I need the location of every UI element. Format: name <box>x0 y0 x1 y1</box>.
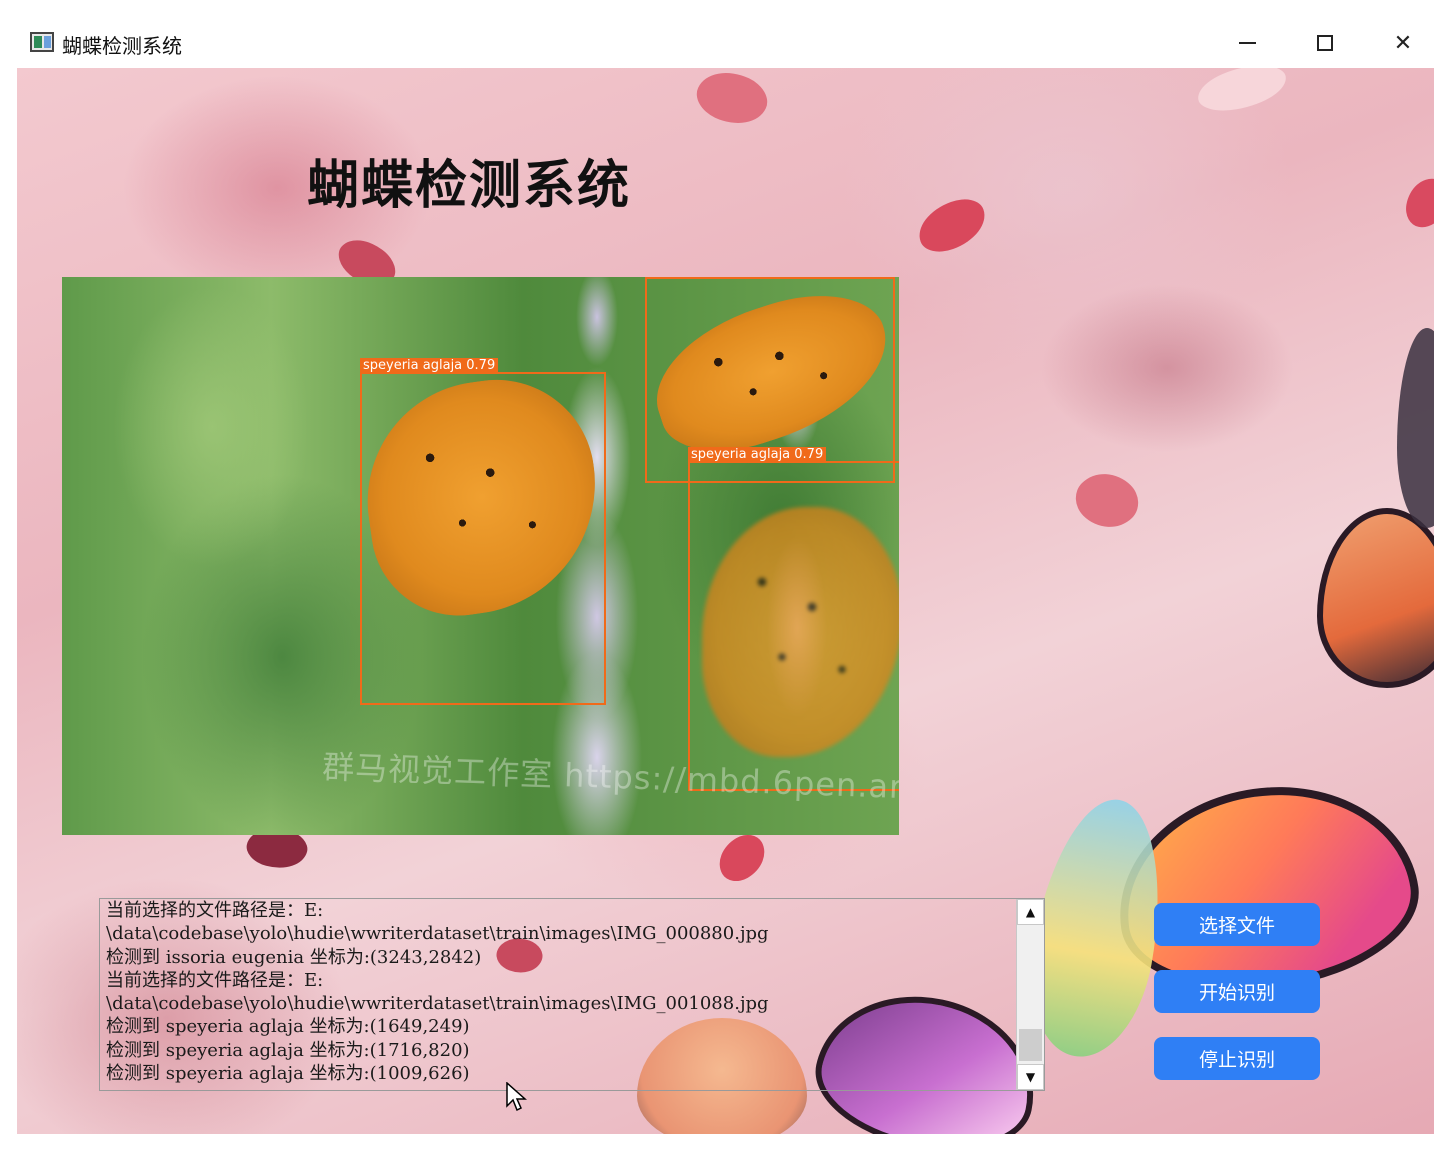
window-titlebar: 蝴蝶检测系统 ✕ <box>17 18 1434 68</box>
scroll-down-button[interactable]: ▼ <box>1017 1064 1044 1090</box>
close-icon: ✕ <box>1393 30 1413 56</box>
log-line: 检测到 speyeria aglaja 坐标为:(1716,820) <box>106 1039 470 1061</box>
main-window-background: 蝴蝶检测系统 speyeria aglaja 0.79 speyeria agl… <box>17 68 1434 1134</box>
start-detection-button[interactable]: 开始识别 <box>1154 970 1320 1013</box>
log-line: \data\codebase\yolo\hudie\wwriterdataset… <box>106 993 769 1015</box>
petal-decoration <box>710 828 774 888</box>
butterfly-decoration <box>1397 328 1434 528</box>
log-line: 当前选择的文件路径是：E: <box>106 969 324 991</box>
detection-label: speyeria aglaja 0.79 <box>688 447 827 463</box>
minimize-icon <box>1238 42 1256 44</box>
minimize-button[interactable] <box>1217 23 1277 63</box>
petal-decoration <box>911 192 993 259</box>
petal-decoration <box>689 68 775 136</box>
mouse-cursor-icon <box>506 1082 527 1112</box>
log-lines: 当前选择的文件路径是：E: \data\codebase\yolo\hudie\… <box>106 899 1016 1090</box>
petal-decoration <box>1402 174 1434 232</box>
detection-result-image: speyeria aglaja 0.79 speyeria aglaja 0.7… <box>62 277 899 835</box>
page-title: 蝴蝶检测系统 <box>307 156 632 216</box>
log-output-textarea[interactable]: 当前选择的文件路径是：E: \data\codebase\yolo\hudie\… <box>99 898 1045 1091</box>
log-line: 当前选择的文件路径是：E: <box>106 900 324 921</box>
log-line: 检测到 issoria eugenia 坐标为:(3243,2842) <box>106 946 482 968</box>
scroll-thumb[interactable] <box>1019 1029 1042 1061</box>
arrow-down-icon: ▼ <box>1025 1070 1036 1084</box>
maximize-button[interactable] <box>1295 23 1355 63</box>
arrow-up-icon: ▲ <box>1025 905 1036 919</box>
stop-detection-button[interactable]: 停止识别 <box>1154 1037 1320 1080</box>
log-line: \data\codebase\yolo\hudie\wwriterdataset… <box>106 923 769 945</box>
log-line: 检测到 speyeria aglaja 坐标为:(1009,626) <box>106 1063 470 1085</box>
bounding-box <box>688 461 899 791</box>
detection-label: speyeria aglaja 0.79 <box>360 358 499 374</box>
butterfly-decoration <box>1317 508 1434 688</box>
select-file-button[interactable]: 选择文件 <box>1154 903 1320 946</box>
petal-decoration <box>1066 459 1148 542</box>
petal-decoration <box>1194 68 1290 116</box>
scroll-up-button[interactable]: ▲ <box>1017 899 1044 925</box>
window-title: 蝴蝶检测系统 <box>62 34 182 58</box>
maximize-icon <box>1317 35 1333 51</box>
bounding-box <box>360 372 606 705</box>
log-line: 检测到 speyeria aglaja 坐标为:(1649,249) <box>106 1016 470 1038</box>
close-button[interactable]: ✕ <box>1373 23 1433 63</box>
log-scrollbar[interactable]: ▲ ▼ <box>1016 899 1044 1090</box>
app-icon <box>30 32 54 52</box>
